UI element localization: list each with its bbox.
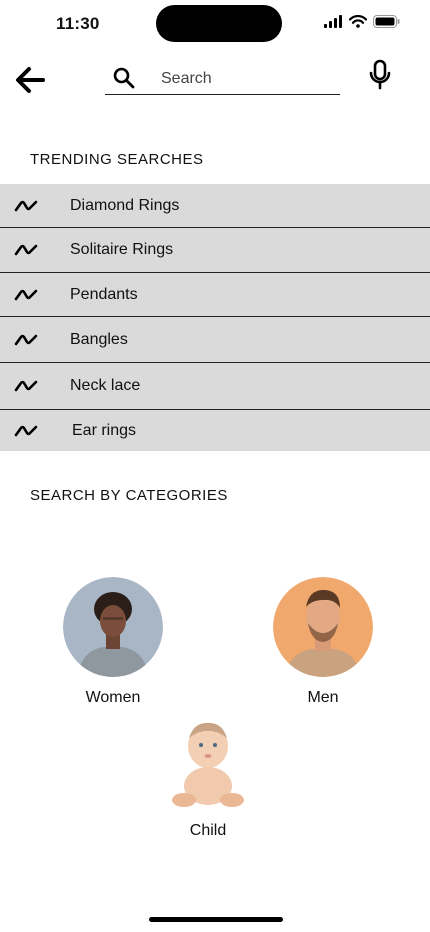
trending-icon bbox=[14, 425, 38, 436]
category-women[interactable]: Women bbox=[63, 577, 163, 707]
trending-list: Diamond Rings Solitaire Rings Pendants B… bbox=[0, 184, 430, 451]
category-men[interactable]: Men bbox=[273, 577, 373, 707]
trending-item-bangles[interactable]: Bangles bbox=[0, 317, 430, 363]
trending-icon bbox=[14, 200, 38, 211]
trending-item-diamond-rings[interactable]: Diamond Rings bbox=[0, 184, 430, 228]
category-child[interactable]: Child bbox=[158, 714, 258, 840]
trending-item-necklace[interactable]: Neck lace bbox=[0, 363, 430, 410]
search-icon bbox=[113, 67, 135, 89]
trending-item-label: Solitaire Rings bbox=[70, 241, 174, 258]
status-bar: 11:30 bbox=[0, 0, 430, 46]
trending-item-solitaire-rings[interactable]: Solitaire Rings bbox=[0, 228, 430, 273]
search-input[interactable] bbox=[161, 68, 331, 90]
trending-item-label: Neck lace bbox=[70, 377, 141, 394]
trending-item-label: Bangles bbox=[70, 330, 128, 348]
mic-button[interactable] bbox=[366, 58, 394, 92]
arrow-left-icon bbox=[16, 67, 45, 93]
battery-icon bbox=[373, 15, 400, 28]
child-image bbox=[158, 714, 258, 814]
trending-icon bbox=[14, 244, 38, 256]
trending-item-label: Ear rings bbox=[72, 421, 137, 439]
category-label: Child bbox=[189, 822, 227, 839]
women-avatar bbox=[63, 577, 163, 677]
trending-item-pendants[interactable]: Pendants bbox=[0, 273, 430, 317]
category-label: Women bbox=[85, 689, 141, 706]
microphone-icon bbox=[369, 59, 391, 90]
trending-icon bbox=[14, 380, 38, 392]
trending-item-ear-rings[interactable]: Ear rings bbox=[0, 410, 430, 451]
men-avatar bbox=[273, 577, 373, 677]
trending-item-label: Diamond Rings bbox=[70, 196, 180, 214]
search-bar[interactable] bbox=[105, 63, 340, 95]
trending-item-label: Pendants bbox=[70, 285, 138, 303]
search-by-categories-title: SEARCH BY CATEGORIES bbox=[30, 487, 228, 504]
status-icons bbox=[324, 15, 400, 28]
signal-icon bbox=[324, 15, 342, 28]
trending-searches-title: TRENDING SEARCHES bbox=[30, 151, 204, 168]
dynamic-island bbox=[156, 5, 282, 42]
status-time: 11:30 bbox=[56, 14, 100, 33]
wifi-icon bbox=[349, 15, 367, 28]
category-label: Men bbox=[307, 689, 339, 706]
home-indicator bbox=[149, 917, 283, 922]
back-button[interactable] bbox=[12, 62, 48, 98]
trending-icon bbox=[14, 289, 38, 300]
trending-icon bbox=[14, 334, 38, 345]
